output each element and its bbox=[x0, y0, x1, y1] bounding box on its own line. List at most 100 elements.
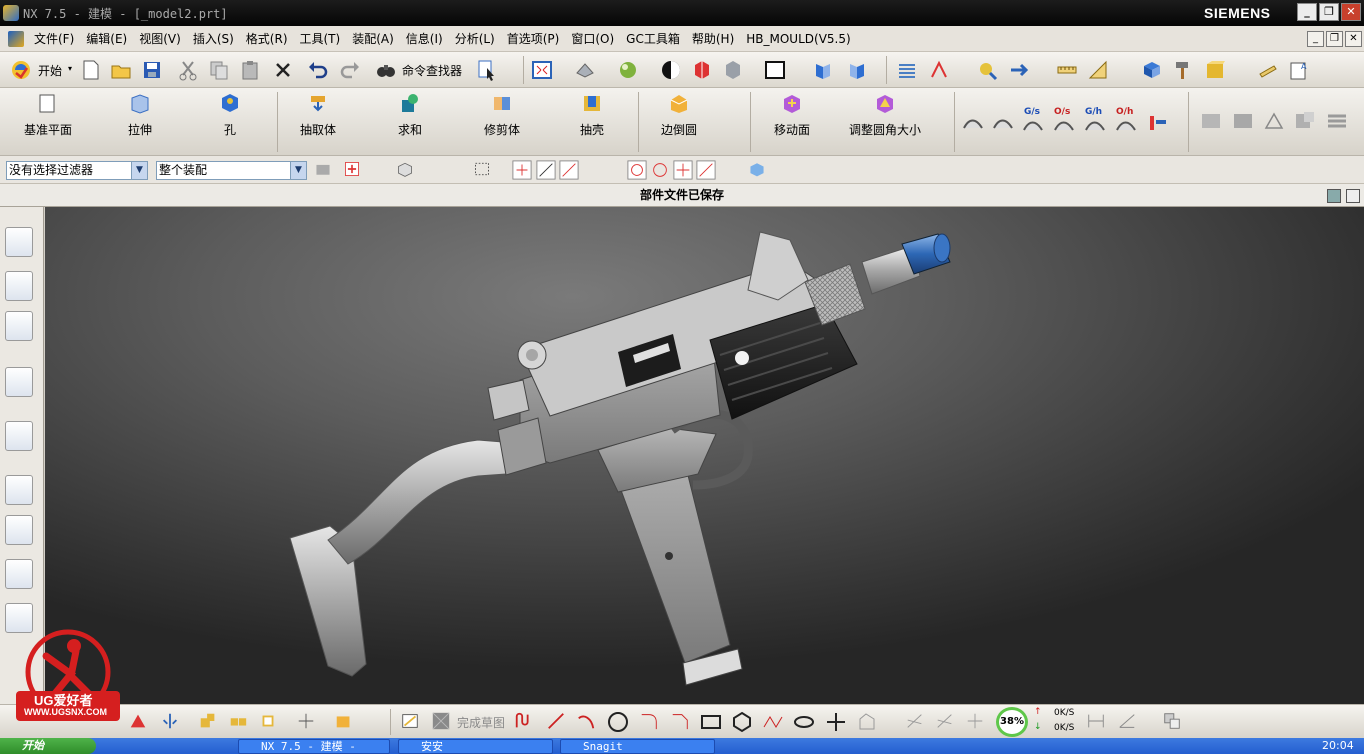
gh-surface-icon[interactable] bbox=[1084, 114, 1106, 136]
menu-format[interactable]: 格式(R) bbox=[240, 30, 294, 47]
analysis-icon[interactable] bbox=[977, 59, 999, 81]
ellipse-icon[interactable] bbox=[793, 711, 815, 733]
snap-intersection-icon[interactable] bbox=[673, 160, 693, 180]
snap-midpoint-icon[interactable] bbox=[559, 160, 579, 180]
start-dropdown-icon[interactable]: ▾ bbox=[68, 64, 72, 73]
os-surface-icon[interactable] bbox=[1053, 114, 1075, 136]
drafting-icon[interactable] bbox=[1257, 59, 1279, 81]
task-snagit[interactable]: Snagit bbox=[560, 739, 715, 754]
snap-point-icon[interactable] bbox=[343, 160, 361, 178]
task-nx[interactable]: NX 7.5 - 建模 - bbox=[238, 739, 390, 754]
shaded-edges-icon[interactable] bbox=[660, 59, 682, 81]
mirror-icon[interactable] bbox=[160, 711, 180, 731]
section-view-icon[interactable] bbox=[691, 59, 713, 81]
minimize-button[interactable]: _ bbox=[1297, 3, 1317, 21]
make-corner-icon[interactable] bbox=[965, 711, 985, 731]
sketch-feature-icon[interactable] bbox=[334, 711, 354, 731]
type-filter-select[interactable]: 没有选择过滤器 ▼ bbox=[6, 161, 148, 180]
palette-icon[interactable] bbox=[5, 421, 33, 451]
hole-button[interactable]: 孔 bbox=[208, 92, 252, 150]
menu-analysis[interactable]: 分析(L) bbox=[449, 30, 501, 47]
assembly-filter-icon[interactable] bbox=[314, 160, 332, 178]
polygon-icon[interactable] bbox=[731, 711, 753, 733]
finish-sketch-label[interactable]: 完成草图 bbox=[457, 714, 505, 731]
rectangle-select-icon[interactable] bbox=[473, 160, 491, 178]
doc-restore-button[interactable]: ❐ bbox=[1326, 31, 1343, 47]
menu-help[interactable]: 帮助(H) bbox=[686, 30, 740, 47]
assembly-icon[interactable] bbox=[1141, 59, 1163, 81]
mold-wizard-icon[interactable] bbox=[1204, 59, 1226, 81]
fit-view-icon[interactable] bbox=[531, 59, 553, 81]
sync-tool-3-icon[interactable] bbox=[1294, 110, 1316, 132]
transform-icon[interactable] bbox=[1008, 59, 1030, 81]
quick-extend-icon[interactable] bbox=[935, 711, 955, 731]
menu-file[interactable]: 文件(F) bbox=[28, 30, 80, 47]
shell-button[interactable]: 抽壳 bbox=[570, 92, 614, 150]
graphics-window[interactable] bbox=[45, 207, 1364, 704]
constraint-3-icon[interactable] bbox=[258, 711, 278, 731]
sketch-icon[interactable] bbox=[400, 711, 420, 731]
history-icon[interactable] bbox=[5, 475, 33, 505]
surface-check-icon[interactable] bbox=[1147, 112, 1169, 134]
quick-trim-icon[interactable] bbox=[905, 711, 925, 731]
task-anan[interactable]: 安安 bbox=[398, 739, 553, 754]
chevron-down-icon[interactable]: ▼ bbox=[131, 162, 147, 179]
surface-blend-icon[interactable] bbox=[962, 112, 984, 134]
circle-icon[interactable] bbox=[607, 711, 629, 733]
constraint-2-icon[interactable] bbox=[228, 711, 248, 731]
doc-minimize-button[interactable]: _ bbox=[1307, 31, 1324, 47]
background-icon[interactable] bbox=[764, 59, 786, 81]
arc-icon[interactable] bbox=[576, 711, 596, 731]
system-materials-icon[interactable] bbox=[5, 515, 33, 545]
snap-surface-icon[interactable] bbox=[748, 160, 766, 178]
line-icon[interactable] bbox=[546, 711, 566, 731]
start-icon[interactable] bbox=[10, 59, 32, 81]
chamfer-icon[interactable] bbox=[670, 711, 690, 731]
snap-center-icon[interactable] bbox=[627, 160, 647, 180]
measure-angle-icon[interactable] bbox=[1087, 59, 1109, 81]
spline-icon[interactable] bbox=[762, 711, 784, 733]
symmetry-icon[interactable] bbox=[128, 711, 148, 731]
selection-scope-select[interactable]: 整个装配 ▼ bbox=[156, 161, 307, 180]
menu-information[interactable]: 信息(I) bbox=[400, 30, 449, 47]
status-icon[interactable] bbox=[1327, 189, 1341, 203]
move-face-button[interactable]: 移动面 bbox=[766, 92, 818, 150]
snap-line-icon[interactable] bbox=[536, 160, 556, 180]
sync-tool-2-icon[interactable] bbox=[1232, 110, 1254, 132]
render-style-icon[interactable] bbox=[617, 59, 639, 81]
command-finder-label[interactable]: 命令查找器 bbox=[402, 62, 462, 79]
web-browser-icon[interactable] bbox=[5, 367, 33, 397]
finish-sketch-icon[interactable] bbox=[431, 711, 451, 731]
menu-edit[interactable]: 编辑(E) bbox=[80, 30, 133, 47]
sync-tool-4-icon[interactable] bbox=[1326, 110, 1348, 132]
chevron-down-icon[interactable]: ▼ bbox=[290, 162, 306, 179]
sync-tool-1-icon[interactable] bbox=[1200, 110, 1222, 132]
surface-offset-icon[interactable] bbox=[992, 112, 1014, 134]
resize-blend-button[interactable]: 调整圆角大小 bbox=[844, 92, 926, 150]
unite-button[interactable]: 求和 bbox=[388, 92, 432, 150]
start-button[interactable]: 开始 bbox=[0, 738, 96, 754]
select-feature-icon[interactable] bbox=[396, 160, 414, 178]
paste-icon[interactable] bbox=[240, 59, 262, 81]
layer-settings-icon[interactable] bbox=[896, 59, 918, 81]
hammer-icon[interactable] bbox=[1172, 59, 1194, 81]
menu-insert[interactable]: 插入(S) bbox=[187, 30, 240, 47]
dimension-icon[interactable] bbox=[1086, 711, 1106, 731]
trim-body-button[interactable]: 修剪体 bbox=[476, 92, 528, 150]
undo-icon[interactable] bbox=[307, 59, 329, 81]
binoculars-icon[interactable] bbox=[375, 59, 397, 81]
offset-curve-icon[interactable] bbox=[856, 711, 878, 733]
menu-hb-mould[interactable]: HB_MOULD(V5.5) bbox=[740, 32, 856, 46]
new-file-icon[interactable] bbox=[80, 59, 102, 81]
copy-icon[interactable] bbox=[208, 59, 230, 81]
angular-dim-icon[interactable] bbox=[1117, 711, 1137, 731]
profile-icon[interactable] bbox=[514, 711, 534, 731]
wcs-orient-icon[interactable] bbox=[846, 59, 868, 81]
move-layer-icon[interactable] bbox=[928, 59, 950, 81]
fillet-icon[interactable] bbox=[639, 711, 659, 731]
delete-icon[interactable] bbox=[272, 59, 294, 81]
menu-preferences[interactable]: 首选项(P) bbox=[501, 30, 566, 47]
measure-distance-icon[interactable] bbox=[1056, 59, 1078, 81]
edge-blend-button[interactable]: 边倒圆 bbox=[654, 92, 704, 150]
close-button[interactable]: ✕ bbox=[1341, 3, 1361, 21]
